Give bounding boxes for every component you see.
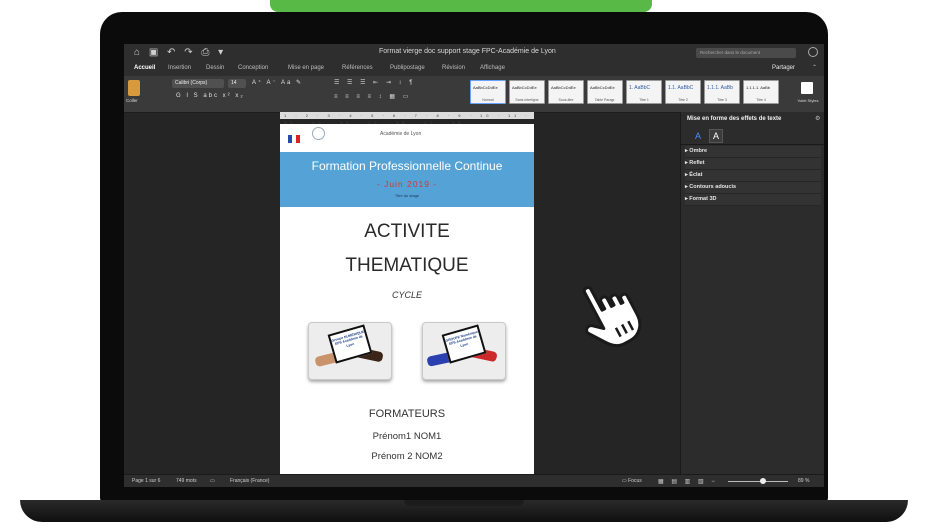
band-subtitle: Titre du stage — [394, 193, 420, 198]
word-window: ⌂ ▣ ↶ ↷ ⎙ ▾ Format vierge doc support st… — [124, 44, 824, 487]
pane-close-icon[interactable]: ⚙ — [815, 115, 820, 122]
font-size-select[interactable]: 14 — [228, 79, 246, 88]
band-date: - Juin 2019 - — [376, 179, 438, 189]
title-bar: ⌂ ▣ ↶ ↷ ⎙ ▾ Format vierge doc support st… — [124, 44, 824, 62]
style-sans-interligne[interactable]: AaBbCcDdEe Sans interligne — [509, 80, 545, 104]
language-status[interactable]: Français (France) — [230, 478, 269, 484]
formateurs-heading: FORMATEURS — [368, 408, 446, 420]
tab-publipostage[interactable]: Publipostage — [390, 65, 425, 71]
style-sous-titre[interactable]: AaBbCcDdEe Sous-titre — [548, 80, 584, 104]
band-title: Formation Professionnelle Continue — [311, 159, 503, 173]
pane-item-eclat[interactable]: ▸ Éclat — [685, 170, 821, 182]
zoom-slider[interactable] — [728, 481, 788, 482]
pane-item-reflet[interactable]: ▸ Reflet — [685, 158, 821, 170]
title-activite: ACTIVITE — [364, 221, 450, 242]
trainer-name-2: Prénom 2 NOM2 — [371, 451, 443, 462]
style-titre-1[interactable]: 1. AaBbC Titre 1 — [626, 80, 662, 104]
pane-tabs: A A — [681, 128, 824, 145]
styles-pane-label: Volet Styles — [797, 98, 819, 103]
paragraph-list-buttons[interactable]: ☰ ☰ ☰ ⇤ ⇥ ↕ ¶ — [334, 79, 415, 86]
sign-text: Groupe NUMÉRIQUE EPS Académie de Lyon — [331, 329, 365, 348]
tablet-image-left: Groupe NUMÉRIQUE EPS Académie de Lyon — [308, 322, 392, 380]
styles-pane-icon[interactable] — [801, 82, 813, 94]
status-bar: Page 1 sur 6 749 mots ▭ Français (France… — [124, 474, 824, 487]
horizontal-ruler[interactable]: 1 · 2 · 3 · 4 · 5 · 6 · 7 · 8 · 9 · 10 ·… — [280, 112, 534, 125]
style-normal[interactable]: AaBbCcDdEe Normal — [470, 80, 506, 104]
tab-dessin[interactable]: Dessin — [206, 65, 224, 71]
laptop-notch — [404, 500, 524, 506]
text-fill-tab-icon[interactable]: A — [691, 130, 705, 142]
zoom-slider-handle[interactable] — [760, 478, 766, 484]
sign-text: GROUPE Numérique EPS Académie de Lyon — [445, 329, 479, 348]
font-name-select[interactable]: Calibri (Corps) — [172, 79, 224, 88]
focus-button[interactable]: ▭ Focus — [622, 478, 642, 484]
quick-access-toolbar[interactable]: ⌂ ▣ ↶ ↷ ⎙ ▾ — [134, 47, 226, 58]
search-input[interactable]: Rechercher dans le document — [696, 48, 796, 58]
document-page[interactable]: Académie de Lyon Formation Professionnel… — [280, 124, 534, 476]
tab-revision[interactable]: Révision — [442, 65, 465, 71]
academie-label: Académie de Lyon — [380, 131, 422, 137]
style-table-paragr[interactable]: AaBbCcDdEe Table Paragr. — [587, 80, 623, 104]
word-count[interactable]: 749 mots — [176, 478, 197, 484]
tab-accueil[interactable]: Accueil — [134, 65, 155, 71]
pane-item-ombre[interactable]: ▸ Ombre — [685, 146, 821, 158]
hand-cursor-icon — [582, 286, 642, 348]
academie-seal-logo — [312, 127, 325, 140]
text-effects-tab-icon[interactable]: A — [709, 129, 723, 143]
tab-references[interactable]: Références — [342, 65, 373, 71]
cycle-label: CYCLE — [391, 290, 422, 300]
tab-affichage[interactable]: Affichage — [480, 65, 505, 71]
ribbon-accueil: Coller Calibri (Corps) 14 A⁺ A⁻ Aa ✎ G I… — [124, 76, 824, 113]
paragraph-align-buttons[interactable]: ≡ ≡ ≡ ≡ ↕ ▦ ▭ — [334, 93, 411, 100]
styles-gallery: AaBbCcDdEe Normal AaBbCcDdEe Sans interlig… — [470, 80, 782, 104]
republique-francaise-logo — [288, 130, 300, 143]
tablet-image-right: GROUPE Numérique EPS Académie de Lyon — [422, 322, 506, 380]
zoom-level[interactable]: 89 % — [798, 478, 809, 484]
account-icon[interactable] — [808, 47, 818, 57]
share-button[interactable]: Partager — [772, 65, 795, 71]
tab-insertion[interactable]: Insertion — [168, 65, 191, 71]
trainer-name-1: Prénom1 NOM1 — [372, 431, 442, 442]
text-format-buttons[interactable]: G I S abc x² x₂ — [176, 93, 245, 99]
tab-conception[interactable]: Conception — [238, 65, 268, 71]
style-titre-2[interactable]: 1.1. AaBbC Titre 2 — [665, 80, 701, 104]
page-count[interactable]: Page 1 sur 6 — [132, 478, 160, 484]
title-thematique: THEMATIQUE — [345, 255, 469, 276]
green-header-tab — [270, 0, 652, 12]
paste-icon[interactable] — [128, 80, 140, 96]
ribbon-tabs: Accueil Insertion Dessin Conception Mise… — [124, 62, 824, 76]
view-mode-icons[interactable]: ▦ ▤ ▥ ▧ − — [658, 478, 718, 485]
pane-item-contours-adoucis[interactable]: ▸ Contours adoucis — [685, 182, 821, 194]
style-titre-4[interactable]: 1.1.1.1. AaBb Titre 4 — [743, 80, 779, 104]
font-size-controls[interactable]: A⁺ A⁻ Aa ✎ — [252, 79, 303, 86]
header-band: Formation Professionnelle Continue - Jui… — [280, 152, 534, 207]
document-title: Format vierge doc support stage FPC-Acad… — [379, 48, 556, 55]
collapse-ribbon-icon[interactable]: ⌃ — [812, 64, 817, 71]
proofing-icon[interactable]: ▭ — [210, 478, 215, 484]
paste-label: Coller — [126, 98, 138, 103]
tab-mise-en-page[interactable]: Mise en page — [288, 65, 324, 71]
pane-item-format-3d[interactable]: ▸ Format 3D — [685, 194, 821, 206]
pane-title: Mise en forme des effets de texte — [687, 116, 782, 122]
style-titre-3[interactable]: 1.1.1. AaBb Titre 3 — [704, 80, 740, 104]
text-effects-pane: Mise en forme des effets de texte ⚙ A A … — [680, 112, 824, 474]
